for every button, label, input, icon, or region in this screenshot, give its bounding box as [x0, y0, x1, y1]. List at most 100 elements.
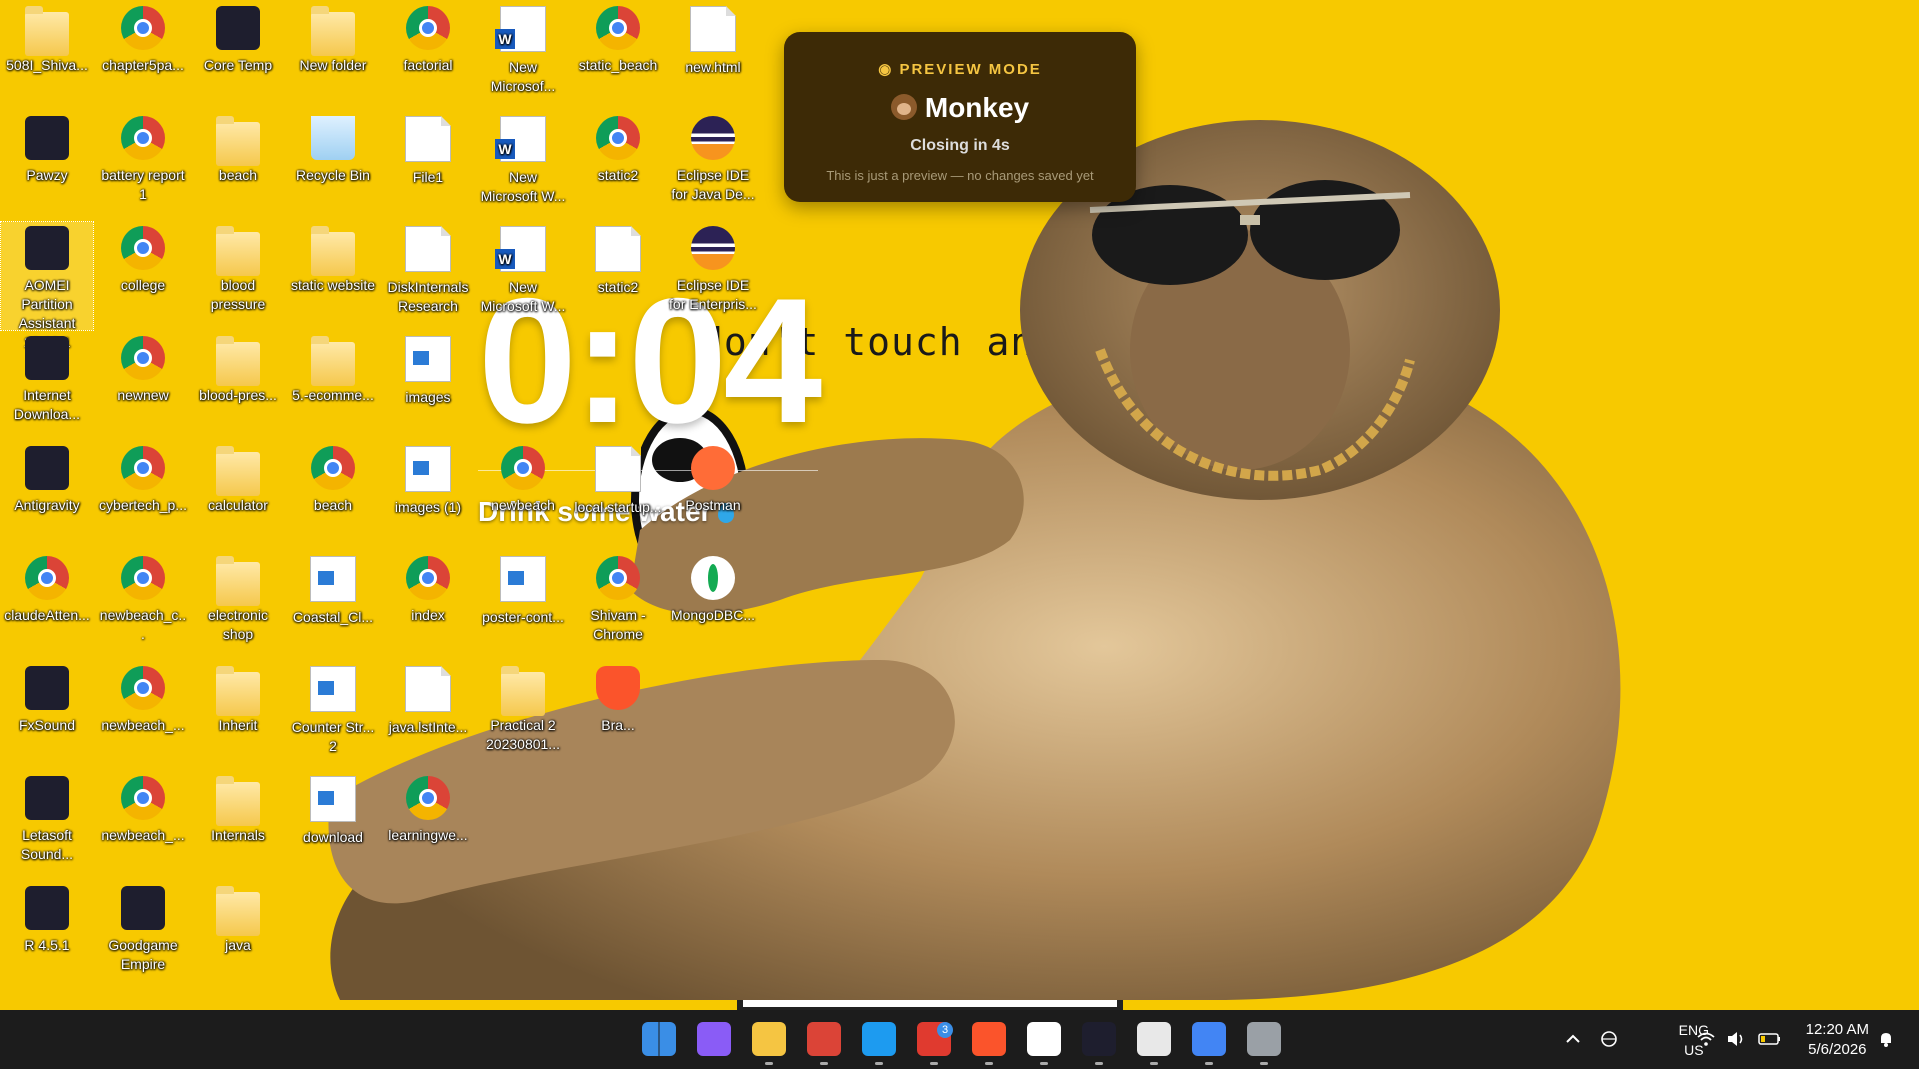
desktop-icon[interactable]: Pawzy [1, 112, 93, 220]
desktop-icon[interactable]: Goodgame Empire [97, 882, 189, 990]
monkey-emoji-icon [890, 94, 917, 120]
desktop-icon-label: Internals [211, 827, 265, 843]
closing-countdown: Closing in 4s [910, 137, 1010, 154]
desktop-icon[interactable]: factorial [382, 2, 474, 110]
chrome-icon [25, 556, 69, 600]
desktop-icon[interactable]: Postman [667, 442, 759, 550]
desktop-icon[interactable]: cybertech_p... [97, 442, 189, 550]
desktop-icon[interactable]: Eclipse IDE for Java De... [667, 112, 759, 220]
desktop-icon[interactable]: chapter5pa... [97, 2, 189, 110]
file-explorer-icon[interactable] [752, 1022, 786, 1065]
desktop-icon[interactable]: FxSound [1, 662, 93, 770]
desktop-icon-label: File1 [412, 169, 444, 185]
desktop-icon[interactable]: static website [287, 222, 379, 330]
image-icon [310, 776, 356, 822]
desktop-icon[interactable]: Internals [192, 772, 284, 880]
desktop-icon[interactable]: Eclipse IDE for Enterpris... [667, 222, 759, 330]
vpn-globe-icon[interactable] [1600, 1030, 1620, 1048]
chrome-icon[interactable] [807, 1022, 841, 1065]
desktop-icon-label: 508I_Shiva... [6, 57, 88, 73]
desktop-icon[interactable]: beach [192, 112, 284, 220]
desktop-icon[interactable]: images (1) [382, 442, 474, 550]
desktop-icon-label: Eclipse IDE for Java De... [671, 167, 755, 202]
chrome-icon [121, 776, 165, 820]
preview-popup[interactable]: ◉ PREVIEW MODE Monkey Closing in 4s This… [784, 32, 1136, 202]
desktop-icon[interactable]: Coastal_Cl... [287, 552, 379, 660]
desktop-icon[interactable]: learningwe... [382, 772, 474, 880]
desktop-icon[interactable]: java [192, 882, 284, 990]
desktop-icon[interactable]: calculator [192, 442, 284, 550]
desktop-icon[interactable]: New folder [287, 2, 379, 110]
wifi-icon[interactable] [1696, 1030, 1716, 1048]
desktop-icon[interactable]: Inherit [192, 662, 284, 770]
desktop-icon[interactable]: blood-pres... [192, 332, 284, 440]
desktop-icon[interactable]: static2 [572, 222, 664, 330]
notes-app-icon[interactable] [1027, 1022, 1061, 1065]
chevron-up-icon[interactable] [1563, 1030, 1583, 1048]
snipping-tool-icon[interactable] [1137, 1022, 1171, 1065]
desktop-icon-label: battery report 1 [101, 167, 185, 202]
desktop-icon[interactable]: Recycle Bin [287, 112, 379, 220]
desktop-icon[interactable]: college [97, 222, 189, 330]
desktop-icon[interactable]: blood pressure [192, 222, 284, 330]
desktop-icon[interactable]: R 4.5.1 [1, 882, 93, 990]
antigravity-icon[interactable] [1082, 1022, 1116, 1065]
desktop-icon[interactable]: Antigravity [1, 442, 93, 550]
desktop-icon[interactable]: battery report 1 [97, 112, 189, 220]
battery-icon[interactable] [1758, 1030, 1780, 1048]
desktop-icon[interactable]: static_beach [572, 2, 664, 110]
desktop-icon[interactable]: newbeach [477, 442, 569, 550]
desktop-icon[interactable]: Practical 2 20230801... [477, 662, 569, 770]
desktop-icon-label: Coastal_Cl... [292, 609, 374, 625]
desktop-icon[interactable]: java.lstInte... [382, 662, 474, 770]
electron-app-icon[interactable] [1247, 1022, 1281, 1065]
desktop-icon[interactable]: newbeach_... [97, 662, 189, 770]
chrome-icon [596, 6, 640, 50]
desktop-icon-label: images [405, 389, 451, 405]
desktop-icon[interactable]: New Microsof... [477, 2, 569, 110]
desktop-icon[interactable]: New Microsoft W... [477, 222, 569, 330]
desktop-icon[interactable]: download [287, 772, 379, 880]
volume-icon[interactable] [1726, 1030, 1746, 1048]
desktop-icon[interactable]: newbeach_c... [97, 552, 189, 660]
desktop-icon[interactable]: electronic shop [192, 552, 284, 660]
desktop-icon[interactable]: newnew [97, 332, 189, 440]
desktop-icon[interactable]: Counter Str... 2 [287, 662, 379, 770]
clock-date[interactable]: 12:20 AM 5/6/2026 [1806, 1020, 1869, 1060]
desktop-icon[interactable]: AOMEI Partition Assistant 10.10.1 [0, 221, 94, 350]
image-icon [500, 556, 546, 602]
chrome-icon [121, 446, 165, 490]
desktop-icon-label: Inherit [218, 717, 258, 733]
desktop-icon[interactable]: images [382, 332, 474, 440]
desktop-icon[interactable]: new.html [667, 2, 759, 110]
desktop-icon[interactable]: File1 [382, 112, 474, 220]
desktop-icon-label: new.html [685, 59, 741, 75]
desktop-icon[interactable]: New Microsoft W... [477, 112, 569, 220]
desktop-icon[interactable]: 5.-ecomme... [287, 332, 379, 440]
desktop-icon[interactable]: DiskInternals Research [382, 222, 474, 330]
desktop-icon-label: 5.-ecomme... [292, 387, 374, 403]
desktop-icon[interactable]: local.startup... [572, 442, 664, 550]
desktop-icon[interactable]: Letasoft Sound... [1, 772, 93, 880]
desktop-icon[interactable]: Internet Downloa... [1, 332, 93, 440]
desktop-icon[interactable]: beach [287, 442, 379, 550]
start-icon[interactable] [642, 1022, 676, 1056]
copilot-icon[interactable] [697, 1022, 731, 1056]
desktop-icon[interactable]: static2 [572, 112, 664, 220]
desktop-icon[interactable]: MongoDBC... [667, 552, 759, 660]
desktop-icon[interactable]: Bra... [572, 662, 664, 770]
desktop-icon[interactable]: newbeach_... [97, 772, 189, 880]
desktop-icon[interactable]: index [382, 552, 474, 660]
desktop-icon[interactable]: 508I_Shiva... [1, 2, 93, 110]
desktop-icon[interactable]: poster-cont... [477, 552, 569, 660]
notification-bell-icon[interactable] [1876, 1030, 1896, 1048]
chrome-profile-icon[interactable] [1192, 1022, 1226, 1065]
desktop-icon-label: static_beach [578, 57, 658, 73]
desktop-icon-label: New Microsof... [490, 59, 556, 94]
brave-icon[interactable] [972, 1022, 1006, 1065]
desktop-icon[interactable]: Core Temp [192, 2, 284, 110]
desktop-icon[interactable]: claudeAtten... [1, 552, 93, 660]
desktop-icon[interactable]: Shivam - Chrome [572, 552, 664, 660]
desktop-icon-label: Antigravity [14, 497, 80, 513]
edge-icon[interactable] [862, 1022, 896, 1065]
